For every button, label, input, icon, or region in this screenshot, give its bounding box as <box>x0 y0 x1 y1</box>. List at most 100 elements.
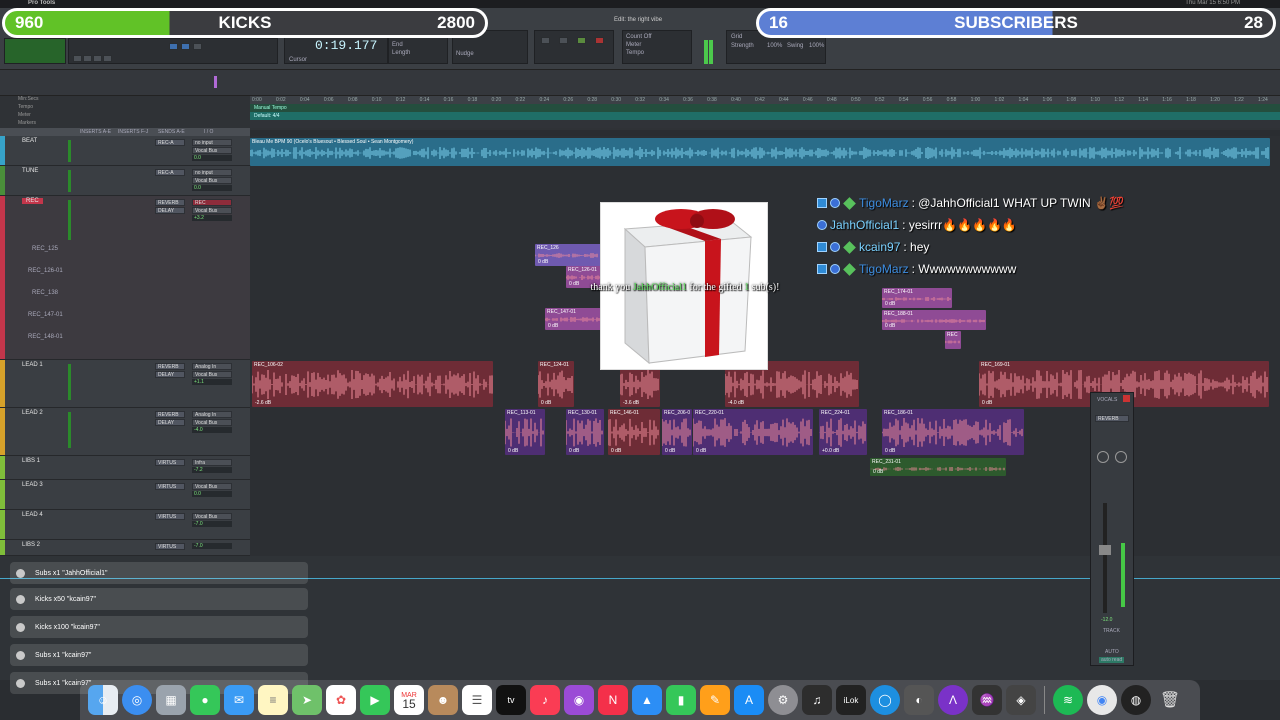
mixer-volume-value[interactable]: -12.0 <box>1101 617 1112 623</box>
pan-knob-left-icon[interactable] <box>1097 451 1109 463</box>
io-input[interactable]: no input <box>192 139 232 146</box>
min-secs-ruler[interactable]: 0:00 0:02 0:04 0:06 0:08 0:10 0:12 0:14 0:16 0:18… <box>250 96 1280 104</box>
audio-clip-lead-2[interactable]: REC_113-01 0 dB <box>505 409 545 455</box>
mail-icon[interactable]: ✉ <box>224 685 254 715</box>
audio-clip-lead-2[interactable]: REC_130-01 0 dB <box>566 409 604 455</box>
universe-overview[interactable] <box>0 70 1280 96</box>
disk-utility-icon[interactable]: ◐ <box>904 685 934 715</box>
track-name[interactable]: LIBS 1 <box>22 458 40 464</box>
playhead-marker[interactable] <box>214 76 217 88</box>
maps-icon[interactable]: ➤ <box>292 685 322 715</box>
record-button[interactable] <box>595 37 604 44</box>
volume-value[interactable]: 0.0 <box>192 155 232 161</box>
zoom-preset-1[interactable] <box>73 55 82 62</box>
io-output[interactable]: Vocal Bus <box>192 207 232 214</box>
strength-value[interactable]: 100% <box>767 43 782 49</box>
track-tune[interactable]: TUNE REC-A no input Vocal Bus 0.0 <box>0 166 250 196</box>
audio-clip-rec[interactable]: REC_126 0 dB <box>535 244 601 266</box>
insert-slot[interactable]: REC-A <box>155 169 185 176</box>
io-input[interactable]: REC <box>192 199 232 206</box>
track-libs-2[interactable]: LIBS 2 VIRTUS -7.0 <box>0 540 250 556</box>
app-menu[interactable]: Pro Tools <box>28 0 55 6</box>
track-name[interactable]: LEAD 1 <box>22 362 43 368</box>
meter-ruler[interactable]: Default: 4/4 <box>250 112 1280 120</box>
insert-slot[interactable]: REVERB <box>155 363 185 370</box>
track-lead-4[interactable]: LEAD 4 VIRTUS Vocal Bus -7.0 <box>0 510 250 540</box>
insert-slot[interactable]: VIRTUS <box>155 543 185 550</box>
messages-icon[interactable]: ● <box>190 685 220 715</box>
record-mode-panel[interactable] <box>4 38 66 64</box>
obs-icon[interactable]: ◍ <box>1121 685 1151 715</box>
volume-value[interactable]: -7.0 <box>192 543 232 549</box>
tempo-ruler[interactable]: Manual Tempo <box>250 104 1280 112</box>
io-input[interactable]: Analog In <box>192 363 232 370</box>
playlist-lane[interactable]: REC_138 <box>32 290 58 296</box>
studio-icon[interactable]: ◈ <box>1006 685 1036 715</box>
track-rec[interactable]: REC REVERB DELAY REC Vocal Bus +3.2 REC_… <box>0 196 250 360</box>
insert-slot[interactable]: REVERB <box>155 199 185 206</box>
finder-icon[interactable]: ☺ <box>88 685 118 715</box>
audio-clip-lead-2[interactable]: REC_220-01 0 dB <box>693 409 813 455</box>
pan-knob-right-icon[interactable] <box>1115 451 1127 463</box>
reminders-icon[interactable]: ☰ <box>462 685 492 715</box>
io-input[interactable]: Analog In <box>192 411 232 418</box>
volume-value[interactable]: 0.0 <box>192 185 232 191</box>
mixer-insert[interactable]: REVERB <box>1095 415 1129 422</box>
audio-clip-rec[interactable]: REC_174-01 0 dB <box>882 288 952 308</box>
track-name[interactable]: LEAD 2 <box>22 410 43 416</box>
insert-slot[interactable]: VIRTUS <box>155 483 185 490</box>
track-libs-1[interactable]: LIBS 1 VIRTUS Infra -7.2 <box>0 456 250 480</box>
zoom-preset-3[interactable] <box>93 55 102 62</box>
track-name[interactable]: REC <box>22 198 43 204</box>
audio-clip-lead-1[interactable]: REC_106-02 -2.6 dB <box>252 361 493 407</box>
selector-tool[interactable] <box>181 43 190 50</box>
stop-button[interactable] <box>559 37 568 44</box>
track-name[interactable]: LIBS 2 <box>22 542 40 548</box>
io-output[interactable]: Vocal Bus <box>192 513 232 520</box>
rewind-button[interactable] <box>541 37 550 44</box>
volume-value[interactable]: -7.0 <box>192 521 232 527</box>
insert-slot-2[interactable]: DELAY <box>155 419 185 426</box>
pages-icon[interactable]: ✎ <box>700 685 730 715</box>
volume-value[interactable]: -4.0 <box>192 427 232 433</box>
audio-clip-rec[interactable]: REC_188-01 0 dB <box>882 310 986 330</box>
io-output[interactable]: Vocal Bus <box>192 147 232 154</box>
calendar-icon[interactable]: MAR 15 <box>394 685 424 715</box>
chrome-icon[interactable]: ◉ <box>1087 685 1117 715</box>
audio-clip-libs-1[interactable]: REC_231-01 0 dB <box>870 458 1006 476</box>
timeline-rulers[interactable]: 0:00 0:02 0:04 0:06 0:08 0:10 0:12 0:14 0:16 0:18… <box>250 96 1280 130</box>
mixer-auto-mode[interactable]: auto read <box>1099 657 1125 663</box>
io-output[interactable]: Vocal Bus <box>192 419 232 426</box>
volume-value[interactable]: -7.2 <box>192 467 232 473</box>
audio-clip-lead-1[interactable]: REC_124-01 0 dB <box>538 361 574 407</box>
circle-app-icon[interactable]: ◯ <box>870 685 900 715</box>
contacts-icon[interactable]: ☻ <box>428 685 458 715</box>
track-name[interactable]: LEAD 4 <box>22 512 43 518</box>
track-lead-1[interactable]: LEAD 1 REVERB DELAY Analog In Vocal Bus … <box>0 360 250 408</box>
news-icon[interactable]: N <box>598 685 628 715</box>
appletv-icon[interactable]: tv <box>496 685 526 715</box>
playlist-lane[interactable]: REC_147-01 <box>28 312 63 318</box>
track-lead-3[interactable]: LEAD 3 VIRTUS Vocal Bus 0.0 <box>0 480 250 510</box>
mixer-icon[interactable]: ♒ <box>972 685 1002 715</box>
swing-value[interactable]: 100% <box>809 43 824 49</box>
launchpad-icon[interactable]: ▦ <box>156 685 186 715</box>
close-icon[interactable] <box>1123 395 1130 402</box>
ilok-icon[interactable]: iLok <box>836 685 866 715</box>
logic-icon[interactable]: ♫ <box>802 685 832 715</box>
podcasts-icon[interactable]: ◉ <box>564 685 594 715</box>
track-beat[interactable]: BEAT REC-A no input Vocal Bus 0.0 <box>0 136 250 166</box>
grabber-tool[interactable] <box>193 43 202 50</box>
audio-clip-beat[interactable]: Bleau Me BPM 90 (Ocelo's Bluesout • Bles… <box>250 138 1270 166</box>
audio-clip-lead-2[interactable]: REC_206-0 0 dB <box>662 409 692 455</box>
volume-value[interactable]: +3.2 <box>192 215 232 221</box>
insert-slot[interactable]: VIRTUS <box>155 513 185 520</box>
insert-slot[interactable]: VIRTUS <box>155 459 185 466</box>
io-output[interactable]: Vocal Bus <box>192 177 232 184</box>
audio-clip-rec[interactable]: REC <box>945 331 961 349</box>
volume-fader[interactable] <box>1099 545 1111 555</box>
numbers-icon[interactable]: ▮ <box>666 685 696 715</box>
playlist-lane[interactable]: REC_126-01 <box>28 268 63 274</box>
io-input[interactable]: Infra <box>192 459 232 466</box>
volume-value[interactable]: +1.1 <box>192 379 232 385</box>
